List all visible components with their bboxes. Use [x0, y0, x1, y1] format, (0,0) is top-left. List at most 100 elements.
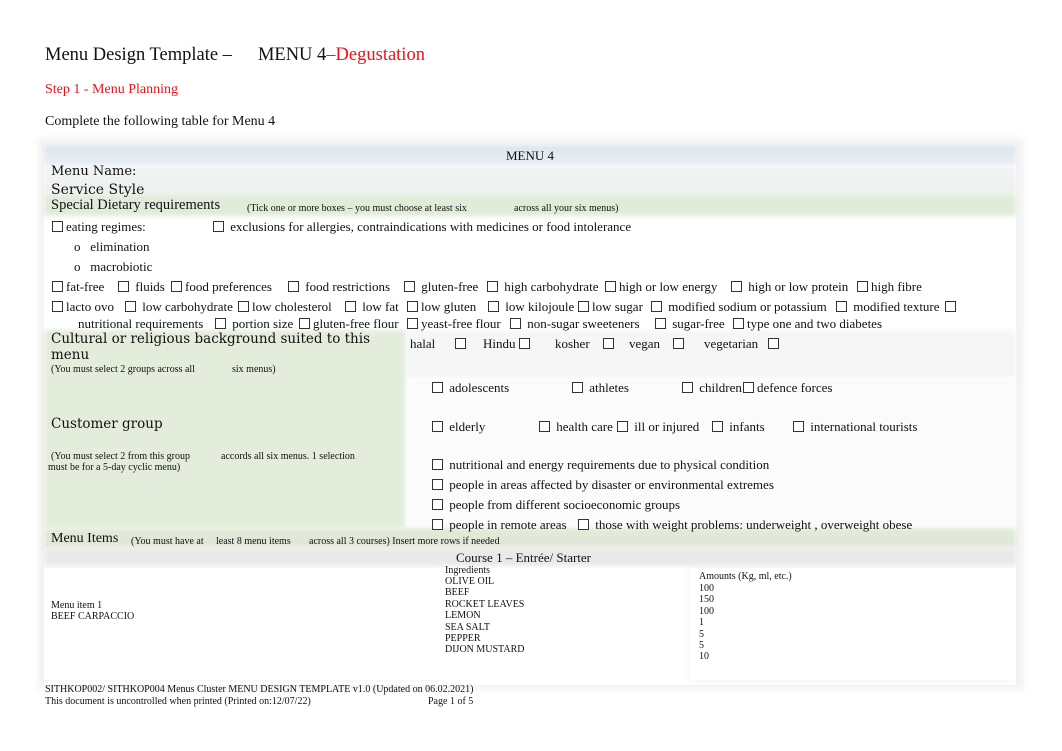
checkbox[interactable] — [572, 382, 583, 393]
option-low-sugar[interactable]: low sugar — [578, 299, 643, 315]
option-health-care[interactable]: health care — [539, 419, 613, 435]
option-food-preferences[interactable]: food preferences — [171, 279, 272, 295]
option-athletes[interactable]: athletes — [572, 380, 629, 396]
checkbox[interactable] — [945, 301, 956, 312]
option-modified-texture[interactable]: modified texture — [836, 299, 940, 315]
option-hindu[interactable]: Hindu — [483, 336, 533, 352]
checkbox[interactable] — [743, 382, 754, 393]
checkbox[interactable] — [52, 221, 63, 232]
amounts-list[interactable]: 100 150 100 1 5 5 10 — [699, 583, 714, 663]
checkbox[interactable] — [857, 281, 868, 292]
checkbox[interactable] — [213, 221, 224, 232]
option-gluten-free[interactable]: gluten-free — [404, 279, 478, 295]
checkbox[interactable] — [682, 382, 693, 393]
option-halal[interactable]: halal — [410, 336, 469, 352]
option-fat-free[interactable]: fat-free — [52, 279, 104, 295]
checkbox[interactable] — [539, 421, 550, 432]
option-elderly[interactable]: elderly — [432, 419, 485, 435]
option-defence-forces[interactable]: defence forces — [743, 380, 832, 396]
option-adolescents[interactable]: adolescents — [432, 380, 509, 396]
checkbox[interactable] — [578, 519, 589, 530]
option-remote-areas[interactable]: people in remote areas — [432, 517, 567, 533]
checkbox[interactable] — [793, 421, 804, 432]
checkbox[interactable] — [651, 301, 662, 312]
option-high-carbohydrate[interactable]: high carbohydrate — [487, 279, 598, 295]
checkbox[interactable] — [518, 338, 530, 349]
checkbox[interactable] — [404, 281, 415, 292]
checkbox[interactable] — [487, 281, 498, 292]
checkbox[interactable] — [432, 499, 443, 510]
checkbox[interactable] — [602, 338, 614, 349]
option-lacto-ovo[interactable]: lacto ovo — [52, 299, 114, 315]
option-portion-size[interactable]: portion size — [215, 316, 293, 332]
checkbox[interactable] — [655, 318, 666, 329]
checkbox[interactable] — [432, 421, 443, 432]
option-nutritional-energy[interactable]: nutritional and energy requirements due … — [432, 457, 769, 473]
sub-option-label: macrobiotic — [90, 259, 153, 274]
option-eating-regimes[interactable]: eating regimes: — [52, 219, 146, 235]
option-ill-or-injured[interactable]: ill or injured — [617, 419, 699, 435]
checkbox[interactable] — [578, 301, 589, 312]
checkbox[interactable] — [125, 301, 136, 312]
menu-name-label[interactable]: Menu Name: — [51, 164, 136, 179]
option-non-sugar-sweeteners[interactable]: non-sugar sweeteners — [510, 316, 640, 332]
checkbox[interactable] — [432, 459, 443, 470]
service-style-label[interactable]: Service Style — [51, 182, 144, 198]
option-high-fibre[interactable]: high fibre — [857, 279, 922, 295]
checkbox[interactable] — [299, 318, 310, 329]
checkbox[interactable] — [488, 301, 499, 312]
checkbox[interactable] — [407, 301, 418, 312]
ingredients-list[interactable]: OLIVE OIL BEEF ROCKET LEAVES LEMON SEA S… — [445, 576, 524, 656]
checkbox[interactable] — [673, 338, 685, 349]
option-infants[interactable]: infants — [712, 419, 765, 435]
menu-item-name[interactable]: BEEF CARPACCIO — [51, 611, 134, 622]
option-yeast-free-flour[interactable]: yeast-free flour — [407, 316, 501, 332]
option-low-fat[interactable]: low fat — [345, 299, 399, 315]
option-weight-problems[interactable]: those with weight problems: underweight … — [578, 517, 912, 533]
option-diabetes[interactable]: type one and two diabetes — [733, 316, 882, 332]
checkbox[interactable] — [617, 421, 628, 432]
option-high-low-protein[interactable]: high or low protein — [731, 279, 848, 295]
option-gluten-free-flour[interactable]: gluten-free flour — [299, 316, 399, 332]
checkbox[interactable] — [238, 301, 249, 312]
option-high-low-energy[interactable]: high or low energy — [605, 279, 717, 295]
checkbox[interactable] — [712, 421, 723, 432]
option-low-kilojoule[interactable]: low kilojoule — [488, 299, 574, 315]
option-socioeconomic[interactable]: people from different socioeconomic grou… — [432, 497, 680, 513]
option-modified-sodium[interactable]: modified sodium or potassium — [651, 299, 827, 315]
checkbox[interactable] — [733, 318, 744, 329]
checkbox[interactable] — [432, 519, 443, 530]
checkbox[interactable] — [731, 281, 742, 292]
option-low-gluten[interactable]: low gluten — [407, 299, 476, 315]
checkbox[interactable] — [171, 281, 182, 292]
checkbox[interactable] — [510, 318, 521, 329]
option-fluids[interactable]: fluids — [118, 279, 165, 295]
checkbox[interactable] — [288, 281, 299, 292]
checkbox[interactable] — [118, 281, 129, 292]
checkbox[interactable] — [836, 301, 847, 312]
option-disaster-areas[interactable]: people in areas affected by disaster or … — [432, 477, 774, 493]
option-sugar-free[interactable]: sugar-free — [655, 316, 725, 332]
option-vegan[interactable]: vegan — [629, 336, 687, 352]
checkbox[interactable] — [52, 281, 63, 292]
option-low-carbohydrate[interactable]: low carbohydrate — [125, 299, 233, 315]
option-exclusions[interactable]: exclusions for allergies, contraindicati… — [213, 219, 631, 235]
option-vegetarian[interactable]: vegetarian — [704, 336, 782, 352]
checkbox[interactable] — [345, 301, 356, 312]
checkbox[interactable] — [407, 318, 418, 329]
option-label: gluten-free — [421, 279, 479, 294]
option-kosher[interactable]: kosher — [555, 336, 617, 352]
option-nutritional-requirements[interactable] — [945, 299, 959, 315]
checkbox[interactable] — [767, 338, 779, 349]
checkbox[interactable] — [432, 382, 443, 393]
option-international-tourists[interactable]: international tourists — [793, 419, 917, 435]
checkbox[interactable] — [605, 281, 616, 292]
checkbox[interactable] — [52, 301, 63, 312]
option-children[interactable]: children — [682, 380, 742, 396]
checkbox[interactable] — [432, 479, 443, 490]
option-label: exclusions for allergies, contraindicati… — [230, 219, 632, 234]
option-low-cholesterol[interactable]: low cholesterol — [238, 299, 332, 315]
checkbox[interactable] — [454, 338, 466, 349]
option-food-restrictions[interactable]: food restrictions — [288, 279, 390, 295]
checkbox[interactable] — [215, 318, 226, 329]
